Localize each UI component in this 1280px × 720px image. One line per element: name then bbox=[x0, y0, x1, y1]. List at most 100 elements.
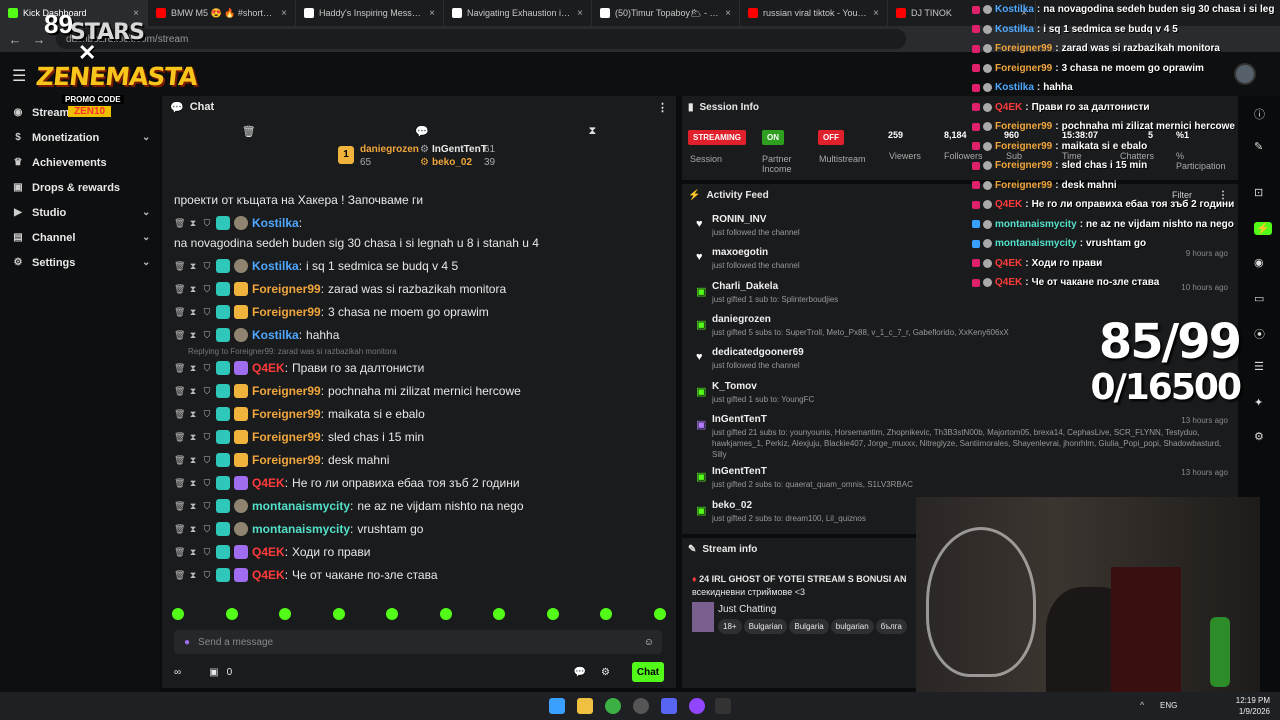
sidebar-item-monetization[interactable]: $ Monetization ⌄ bbox=[0, 125, 160, 150]
shield-icon[interactable]: ⛉ bbox=[202, 544, 212, 560]
shield-icon[interactable]: ⛉ bbox=[202, 360, 212, 376]
gear-icon[interactable]: ⚙ bbox=[601, 667, 610, 678]
tag-pill[interactable]: bulgarian bbox=[830, 619, 874, 634]
hourglass-icon[interactable]: ⧗ bbox=[188, 406, 198, 422]
hourglass-icon[interactable]: ⧗ bbox=[188, 327, 198, 343]
emote-icon[interactable] bbox=[332, 608, 345, 620]
browser-tab[interactable]: russian viral tiktok - YouTube × bbox=[740, 0, 888, 26]
chat-username[interactable]: Foreigner99 bbox=[252, 304, 321, 320]
chat-username[interactable]: montanaismycity bbox=[252, 498, 350, 514]
close-icon[interactable]: × bbox=[133, 8, 139, 19]
close-icon[interactable]: × bbox=[429, 8, 435, 19]
emote-icon[interactable] bbox=[225, 608, 238, 620]
emote-icon[interactable] bbox=[493, 608, 506, 620]
points-icon[interactable]: ∞ bbox=[174, 667, 181, 678]
chat-username[interactable]: montanaismycity bbox=[252, 521, 350, 537]
obs-icon[interactable] bbox=[633, 698, 649, 714]
gear-icon[interactable]: ⚙ bbox=[1254, 430, 1264, 443]
close-icon[interactable]: × bbox=[873, 8, 879, 19]
hourglass-icon[interactable]: ⧗ bbox=[188, 304, 198, 320]
tag-pill[interactable]: 18+ bbox=[718, 619, 742, 634]
trash-icon[interactable]: 🗑 bbox=[174, 544, 185, 560]
file-explorer-icon[interactable] bbox=[577, 698, 593, 714]
hourglass-icon[interactable]: ⧗ bbox=[188, 360, 198, 376]
camera-icon[interactable]: ⊡ bbox=[1254, 186, 1263, 199]
trash-icon[interactable]: 🗑 bbox=[174, 360, 185, 376]
hourglass-icon[interactable]: ⧗ bbox=[188, 475, 198, 491]
activity-username[interactable]: maxoegotin bbox=[712, 247, 768, 258]
trash-icon[interactable]: 🗑 bbox=[174, 498, 185, 514]
emote-icon[interactable] bbox=[546, 608, 559, 620]
chat-bubble-icon[interactable]: 💬 bbox=[415, 125, 429, 138]
shield-icon[interactable]: ⛉ bbox=[202, 452, 212, 468]
chat-username[interactable]: Kostilka bbox=[252, 215, 299, 231]
chat-username[interactable]: Kostilka bbox=[252, 258, 299, 274]
trash-icon[interactable]: 🗑 bbox=[174, 429, 185, 445]
shield-icon[interactable]: ⛉ bbox=[202, 429, 212, 445]
windows-start-icon[interactable] bbox=[549, 698, 565, 714]
trash-icon[interactable]: 🗑 bbox=[174, 281, 185, 297]
chat-icon[interactable]: ▭ bbox=[1254, 292, 1264, 305]
activity-username[interactable]: Charli_Dakela bbox=[712, 281, 778, 292]
terminal-icon[interactable] bbox=[715, 698, 731, 714]
sidebar-item-drops-rewards[interactable]: ▣ Drops & rewards bbox=[0, 175, 160, 200]
info-icon[interactable]: ⓘ bbox=[1254, 106, 1265, 122]
close-icon[interactable]: × bbox=[577, 8, 583, 19]
hourglass-icon[interactable]: ⧗ bbox=[188, 567, 198, 583]
shield-icon[interactable]: ⛉ bbox=[202, 304, 212, 320]
chat-username[interactable]: Foreigner99 bbox=[252, 383, 321, 399]
tag-pill[interactable]: Bulgaria bbox=[789, 619, 829, 634]
emote-icon[interactable] bbox=[439, 608, 452, 620]
hourglass-icon[interactable]: ⧗ bbox=[188, 521, 198, 537]
send-chat-button[interactable]: Chat bbox=[632, 662, 664, 682]
chat-username[interactable]: Q4EK bbox=[252, 360, 285, 376]
sidebar-item-achievements[interactable]: ♛ Achievements bbox=[0, 150, 160, 175]
trash-icon[interactable]: 🗑 bbox=[174, 567, 185, 583]
browser-tab[interactable]: BMW M5 😍 🔥 #shortsvideo × bbox=[148, 0, 296, 26]
emote-icon[interactable] bbox=[600, 608, 613, 620]
activity-username[interactable]: K_Tomov bbox=[712, 381, 757, 392]
language-indicator[interactable]: ENG bbox=[1160, 701, 1177, 710]
emote-icon[interactable] bbox=[279, 608, 292, 620]
menu-icon[interactable]: ☰ bbox=[12, 66, 26, 86]
tag-pill[interactable]: Bulgarian bbox=[743, 619, 788, 634]
hourglass-icon[interactable]: ⧗ bbox=[188, 452, 198, 468]
gift-icon[interactable]: ▣ bbox=[209, 667, 218, 678]
chat-username[interactable]: Q4EK bbox=[252, 544, 285, 560]
activity-username[interactable]: InGentTenT bbox=[712, 414, 767, 425]
twitch-icon[interactable] bbox=[689, 698, 705, 714]
emoji-icon[interactable]: ☺ bbox=[644, 637, 654, 648]
shield-icon[interactable]: ⛉ bbox=[202, 498, 212, 514]
user-icon[interactable]: ◉ bbox=[1254, 256, 1264, 269]
activity-username[interactable]: daniegrozen bbox=[712, 314, 771, 325]
activity-username[interactable]: beko_02 bbox=[712, 500, 752, 511]
list-icon[interactable]: ☰ bbox=[1254, 360, 1264, 373]
sidebar-item-settings[interactable]: ⚙ Settings ⌄ bbox=[0, 250, 160, 275]
browser-tab[interactable]: Haddy's Inspiring Message Afte × bbox=[296, 0, 444, 26]
bolt-icon[interactable]: ⚡ bbox=[1254, 222, 1272, 235]
shield-icon[interactable]: ⛉ bbox=[202, 281, 212, 297]
shield-icon[interactable]: ⛉ bbox=[202, 258, 212, 274]
chat-username[interactable]: Foreigner99 bbox=[252, 281, 321, 297]
trash-icon[interactable]: 🗑 bbox=[174, 383, 185, 399]
shield-icon[interactable]: ⛉ bbox=[202, 215, 212, 231]
trash-icon[interactable]: 🗑 bbox=[174, 258, 185, 274]
chevron-up-icon[interactable]: ^ bbox=[1140, 700, 1144, 710]
shield-icon[interactable]: ⛉ bbox=[202, 475, 212, 491]
clock[interactable]: 12:19 PM 1/9/2026 bbox=[1236, 695, 1270, 717]
kebab-icon[interactable]: ⋮ bbox=[657, 101, 668, 114]
emote-icon[interactable] bbox=[172, 608, 184, 620]
chat-username[interactable]: Foreigner99 bbox=[252, 429, 321, 445]
trash-icon[interactable]: 🗑 bbox=[174, 304, 185, 320]
hourglass-icon[interactable]: ⧗ bbox=[589, 125, 597, 138]
trash-icon[interactable]: 🗑 bbox=[242, 125, 256, 138]
emote-icon[interactable] bbox=[386, 608, 399, 620]
chat-username[interactable]: Q4EK bbox=[252, 567, 285, 583]
hourglass-icon[interactable]: ⧗ bbox=[188, 281, 198, 297]
sidebar-item-channel[interactable]: ▤ Channel ⌄ bbox=[0, 225, 160, 250]
trash-icon[interactable]: 🗑 bbox=[174, 215, 185, 231]
hourglass-icon[interactable]: ⧗ bbox=[188, 383, 198, 399]
hourglass-icon[interactable]: ⧗ bbox=[188, 544, 198, 560]
pencil-icon[interactable]: ✎ bbox=[1254, 140, 1263, 153]
chat-username[interactable]: Kostilka bbox=[252, 327, 299, 343]
